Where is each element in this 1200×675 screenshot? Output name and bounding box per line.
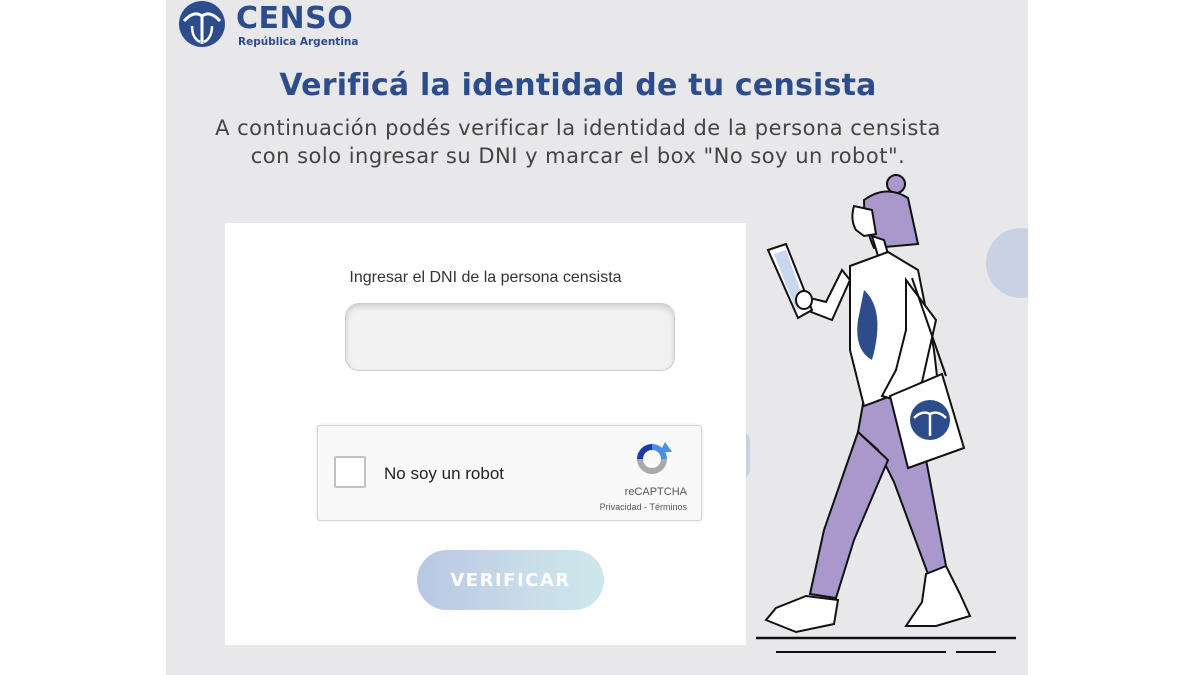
page-panel: CENSO República Argentina Verificá la id…: [166, 0, 1028, 675]
recaptcha-icon: [637, 442, 672, 474]
censo-logo: CENSO República Argentina: [172, 0, 372, 52]
subtitle-line-1: A continuación podés verificar la identi…: [215, 116, 941, 140]
dni-label: Ingresar el DNI de la persona censista: [349, 269, 622, 286]
page-title: Verificá la identidad de tu censista: [279, 68, 877, 103]
dni-input[interactable]: [345, 303, 675, 371]
censo-logo-icon: [179, 1, 225, 47]
subtitle-line-2: con solo ingresar su DNI y marcar el box…: [250, 144, 906, 168]
recaptcha-links[interactable]: Privacidad - Términos: [600, 502, 687, 512]
logo-title: CENSO: [236, 1, 354, 36]
recaptcha-label: No soy un robot: [384, 464, 505, 483]
recaptcha-brand: reCAPTCHA: [624, 486, 687, 498]
recaptcha-widget: No soy un robot reCAPTCHA Privacidad - T…: [317, 425, 702, 521]
verify-button[interactable]: VERIFICAR: [417, 550, 604, 610]
walking-census-worker-illustration: [756, 174, 1016, 653]
verification-form-card: Ingresar el DNI de la persona censista N…: [225, 223, 746, 645]
logo-subtitle: República Argentina: [238, 36, 359, 48]
recaptcha-checkbox[interactable]: [334, 456, 366, 488]
page-subtitle: A continuación podés verificar la identi…: [166, 114, 990, 170]
